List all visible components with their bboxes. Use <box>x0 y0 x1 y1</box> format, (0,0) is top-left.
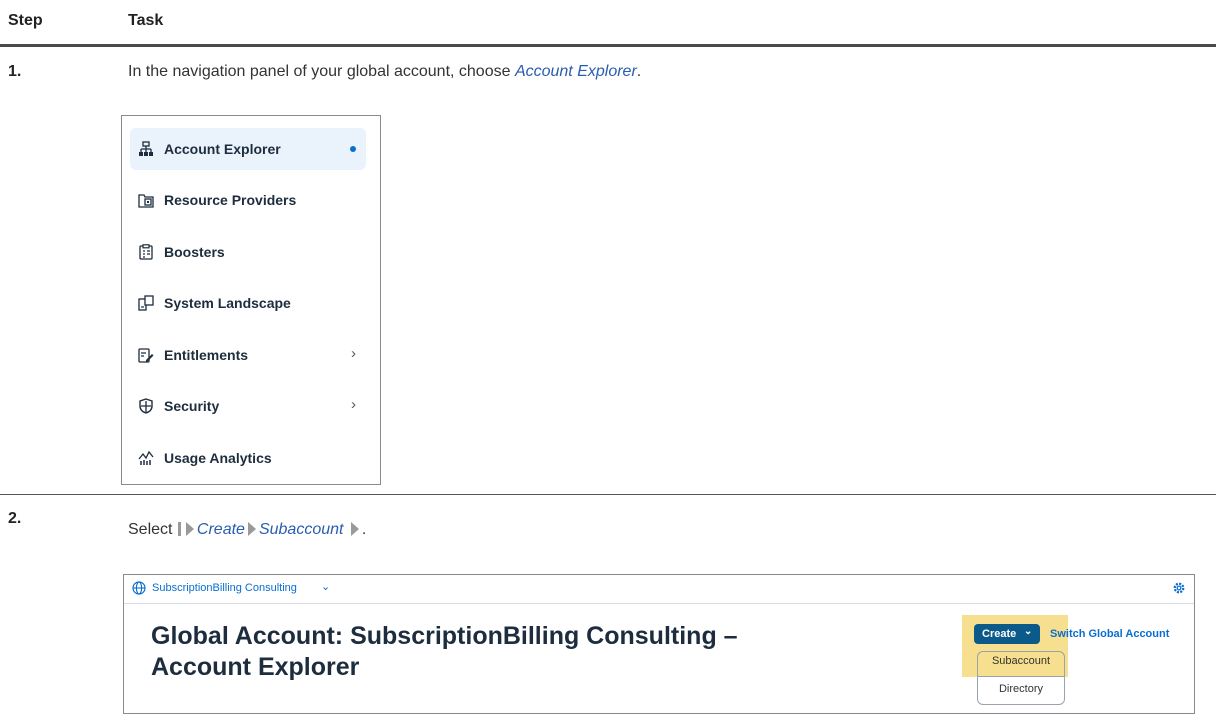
chevron-down-icon[interactable]: ⌄ <box>321 580 330 593</box>
instruction-link[interactable]: Account Explorer <box>515 63 637 80</box>
edit-clipboard-icon <box>138 348 154 363</box>
row-divider <box>0 494 1216 495</box>
analytics-icon <box>138 450 154 465</box>
path-end-icon <box>350 522 359 536</box>
step-number: 2. <box>8 510 22 527</box>
menu-path-subaccount: Subaccount <box>258 521 344 538</box>
nav-item-entitlements[interactable]: Entitlements › <box>130 334 366 376</box>
screenshot-account-explorer: SubscriptionBilling Consulting ⌄ Global … <box>123 574 1195 714</box>
path-start-icon <box>177 522 181 536</box>
table-header: Step Task <box>0 0 1216 46</box>
gear-icon[interactable] <box>1172 581 1186 595</box>
create-button[interactable]: Create ⌄ <box>974 624 1040 644</box>
instruction-text: Select <box>128 521 177 538</box>
page-title-line: Account Explorer <box>151 653 360 681</box>
hierarchy-icon <box>139 141 153 156</box>
menu-item-subaccount[interactable]: Subaccount <box>978 655 1064 667</box>
chevron-down-icon: ⌄ <box>1024 626 1033 637</box>
create-button-label: Create <box>982 628 1017 640</box>
shield-icon <box>139 398 153 414</box>
chevron-right-icon: › <box>351 345 356 362</box>
nav-item-system-landscape[interactable]: System Landscape <box>130 282 366 324</box>
switch-global-account-link[interactable]: Switch Global Account <box>1050 628 1169 640</box>
path-arrow-icon <box>185 522 194 536</box>
page-title: Global Account: SubscriptionBilling Cons… <box>151 621 911 683</box>
nav-item-label: System Landscape <box>164 295 291 311</box>
column-header-task: Task <box>128 12 164 29</box>
path-arrow-icon <box>247 522 256 536</box>
instruction-text: In the navigation panel of your global a… <box>128 63 515 80</box>
clipboard-icon <box>139 244 153 260</box>
nav-item-label: Usage Analytics <box>164 450 272 466</box>
header-divider <box>0 44 1216 47</box>
nav-item-label: Boosters <box>164 244 225 260</box>
nav-item-label: Resource Providers <box>164 192 297 208</box>
nav-item-account-explorer[interactable]: Account Explorer <box>130 128 366 170</box>
nav-item-usage-analytics[interactable]: Usage Analytics <box>130 437 366 479</box>
step-number: 1. <box>8 63 22 80</box>
globe-icon <box>132 581 146 595</box>
menu-path-create: Create <box>196 521 245 538</box>
chevron-right-icon: › <box>351 396 356 413</box>
nav-item-label: Account Explorer <box>164 141 281 157</box>
nav-item-resource-providers[interactable]: Resource Providers <box>130 179 366 221</box>
resource-icon <box>138 194 154 208</box>
column-header-step: Step <box>8 12 43 29</box>
step-instruction: Select Create Subaccount . <box>128 521 366 539</box>
landscape-icon <box>138 295 154 311</box>
nav-item-label: Entitlements <box>164 347 249 363</box>
step-instruction: In the navigation panel of your global a… <box>128 63 641 81</box>
page-title-line: Global Account: SubscriptionBilling Cons… <box>151 622 738 650</box>
global-account-breadcrumb[interactable]: SubscriptionBilling Consulting <box>152 582 297 594</box>
nav-item-label: Security <box>164 398 220 414</box>
nav-item-boosters[interactable]: Boosters <box>130 231 366 273</box>
navigation-panel: Account Explorer Resource Providers Boos… <box>121 115 381 485</box>
instruction-text: . <box>361 521 367 538</box>
nav-item-security[interactable]: Security › <box>130 385 366 427</box>
instruction-text: . <box>636 63 642 80</box>
selected-indicator <box>350 146 356 152</box>
menu-item-directory[interactable]: Directory <box>978 683 1064 695</box>
menu-divider <box>978 676 1064 677</box>
create-dropdown-menu: Subaccount Directory <box>977 651 1065 705</box>
